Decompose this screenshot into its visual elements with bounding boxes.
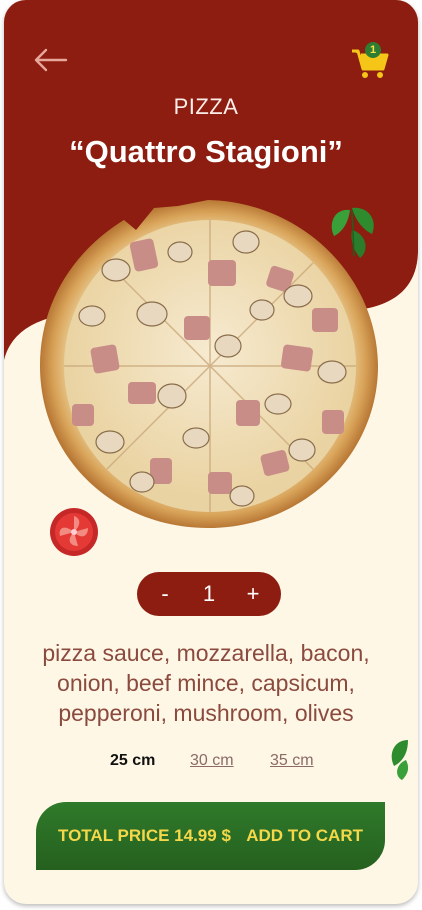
basil-leaf-icon <box>391 740 409 780</box>
quantity-value: 1 <box>202 581 216 606</box>
size-option-25[interactable]: 25 cm <box>110 752 155 770</box>
size-option-35[interactable]: 35 cm <box>270 752 314 770</box>
increase-quantity-button[interactable]: + <box>237 581 269 607</box>
product-title: “Quattro Stagioni” <box>69 134 343 169</box>
ingredients-text: pizza sauce, mozzarella, bacon, onion, b… <box>42 640 370 726</box>
category-label: PIZZA <box>173 94 239 119</box>
add-to-cart-button[interactable]: TOTAL PRICE 14.99 $ ADD TO CART <box>36 802 385 870</box>
basil-leaf-icon <box>331 207 374 258</box>
back-button[interactable] <box>30 42 70 78</box>
back-arrow-icon <box>34 48 68 72</box>
tomato-slice-icon <box>50 508 98 556</box>
size-option-30[interactable]: 30 cm <box>190 752 234 770</box>
cart-count-badge: 1 <box>365 42 381 58</box>
total-price-label: TOTAL PRICE 14.99 $ <box>58 826 231 845</box>
size-selector: 25 cm 30 cm 35 cm <box>98 752 338 774</box>
cart-button[interactable]: 1 <box>350 42 390 80</box>
phone-screen: 1 PIZZA “Quattro Stagioni” - 1 + pizza s… <box>4 0 418 904</box>
add-to-cart-label: ADD TO CART <box>246 826 363 845</box>
quantity-stepper: - 1 + <box>137 572 281 616</box>
decrease-quantity-button[interactable]: - <box>149 581 181 607</box>
